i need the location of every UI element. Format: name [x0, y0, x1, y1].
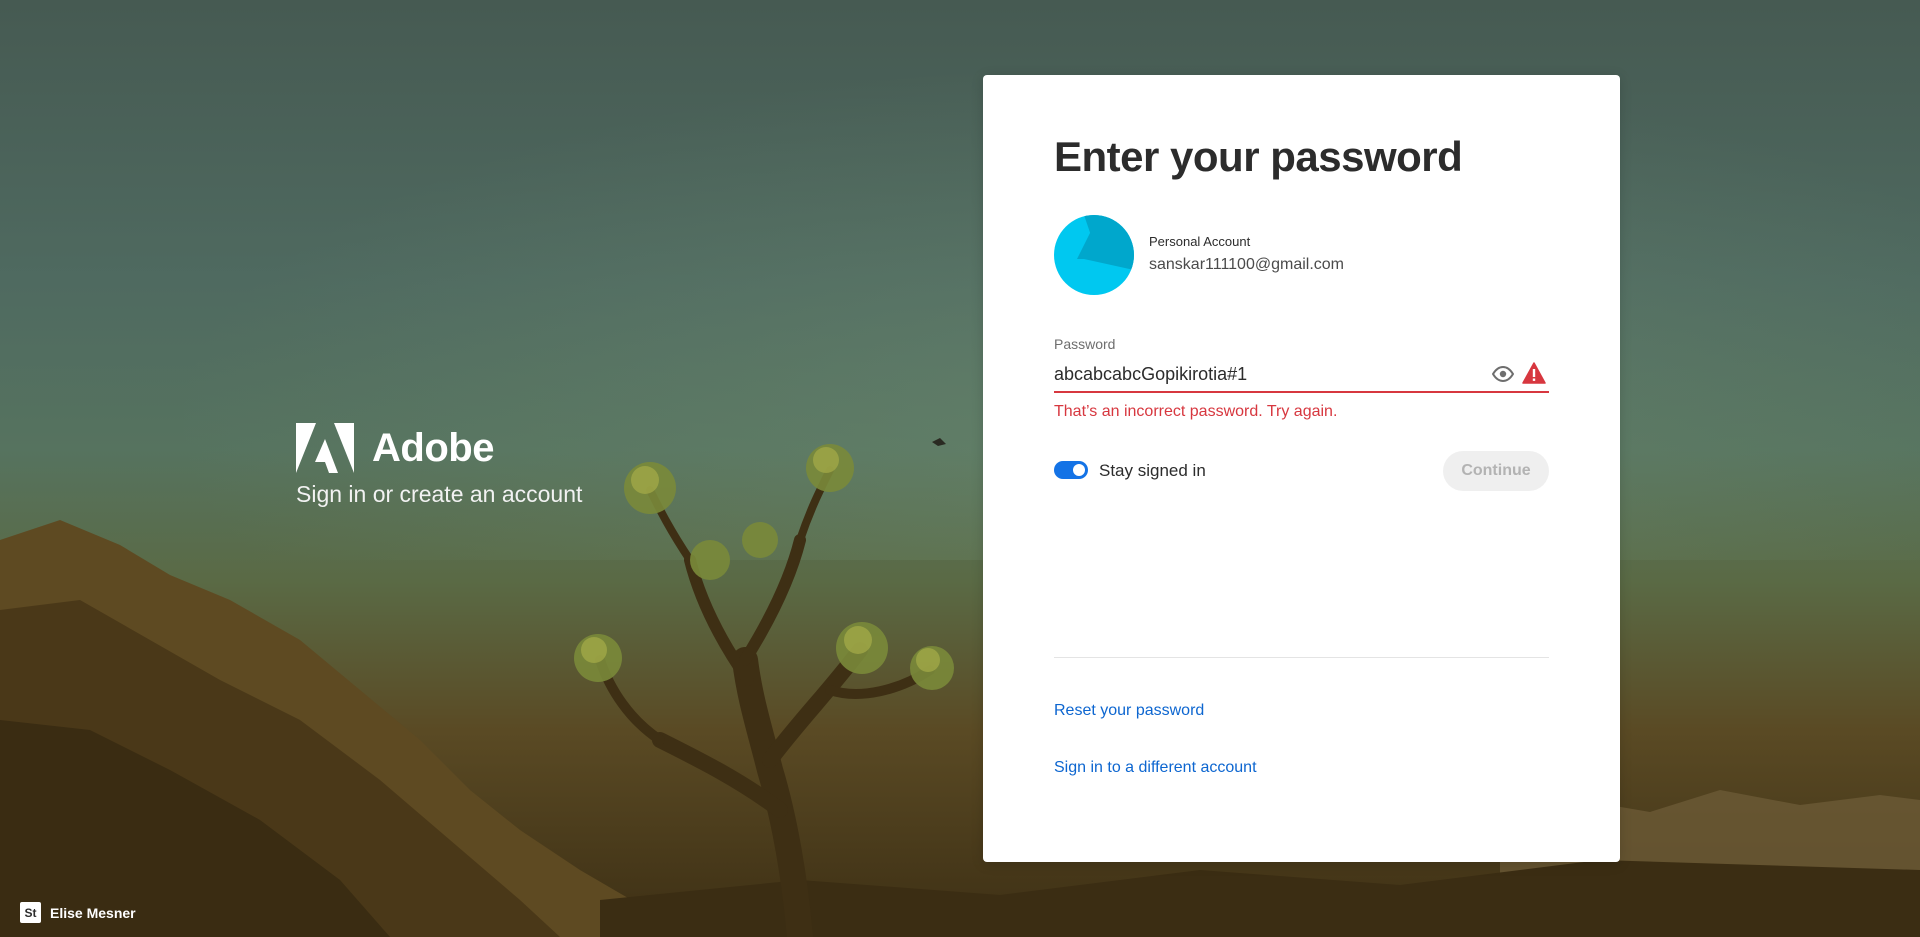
account-summary: Personal Account sanskar111100@gmail.com	[1054, 215, 1549, 295]
alert-icon	[1522, 362, 1546, 384]
divider	[1054, 657, 1549, 658]
background-landscape-image	[0, 438, 1920, 937]
brand-tagline: Sign in or create an account	[296, 481, 583, 507]
stay-signed-in-row: Stay signed in Continue	[1054, 451, 1549, 491]
different-account-link[interactable]: Sign in to a different account	[1054, 759, 1257, 777]
eye-icon[interactable]	[1492, 366, 1514, 382]
password-error-message: That’s an incorrect password. Try again.	[1054, 403, 1338, 420]
brand-name: Adobe	[372, 425, 494, 470]
photographer-name[interactable]: Elise Mesner	[50, 905, 136, 921]
sign-in-page: Adobe Sign in or create an account St El…	[0, 0, 1920, 937]
toggle-knob	[1073, 464, 1085, 476]
photo-credit[interactable]: St Elise Mesner	[20, 902, 136, 923]
brand-row: Adobe	[296, 423, 582, 473]
reset-password-link[interactable]: Reset your password	[1054, 702, 1204, 720]
password-label: Password	[1054, 336, 1116, 352]
password-input[interactable]	[1054, 359, 1484, 389]
page-title: Enter your password	[1054, 133, 1463, 180]
stay-signed-in-toggle[interactable]	[1054, 461, 1088, 479]
continue-button[interactable]: Continue	[1443, 451, 1549, 491]
adobe-logo-icon	[296, 423, 354, 473]
avatar	[1054, 215, 1134, 295]
sign-in-card: Enter your password Personal Account san…	[983, 75, 1620, 862]
adobe-stock-badge-icon: St	[20, 902, 41, 923]
brand-block: Adobe Sign in or create an account	[296, 423, 582, 508]
stay-signed-in-label[interactable]: Stay signed in	[1099, 461, 1206, 481]
account-email: sanskar111100@gmail.com	[1149, 256, 1344, 273]
account-type: Personal Account	[1149, 234, 1251, 249]
password-field	[1054, 359, 1549, 393]
